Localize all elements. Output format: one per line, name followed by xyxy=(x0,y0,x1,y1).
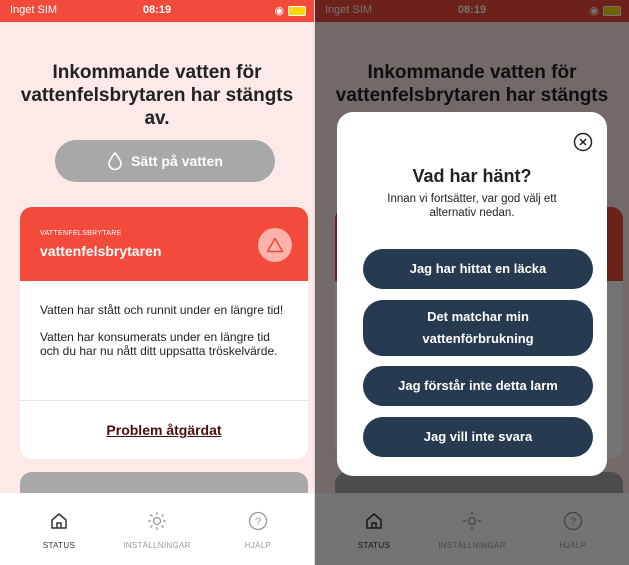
tab-status[interactable]: STATUS xyxy=(9,493,109,565)
status-icons: ◉ xyxy=(274,4,306,17)
help-icon: ? xyxy=(248,511,268,531)
dialog-subtitle: Innan vi fortsätter, var god välj ett al… xyxy=(387,193,557,219)
dont-want-to-answer-button[interactable]: Jag vill inte svara xyxy=(363,417,593,457)
tab-help-label: HJÄLP xyxy=(244,541,272,550)
status-bar: Inget SIM 08:19 ◉ xyxy=(0,0,314,22)
svg-text:?: ? xyxy=(255,516,261,528)
status-screen: Inget SIM 08:19 ◉ Inkommande vatten för … xyxy=(0,0,314,565)
tab-settings-label: INSTÄLLNINGAR xyxy=(123,541,191,550)
alert-card-body: Vatten har stått och runnit under en län… xyxy=(20,281,308,401)
clock-label: 08:19 xyxy=(142,4,172,16)
alert-card-header: VATTENFELSBRYTARE vattenfelsbrytaren xyxy=(20,207,308,281)
found-leak-button[interactable]: Jag har hittat en läcka xyxy=(363,249,593,289)
what-happened-dialog: Vad har hänt? Innan vi fortsätter, var g… xyxy=(337,112,607,476)
warning-badge xyxy=(258,228,292,262)
tab-status-label: STATUS xyxy=(42,541,76,550)
home-icon xyxy=(51,513,67,529)
status-screen-with-modal: Inget SIM 08:19 ◉ Inkommande vatten för … xyxy=(315,0,629,565)
location-icon: ◉ xyxy=(274,5,284,17)
matches-consumption-button[interactable]: Det matchar min vattenförbrukning xyxy=(363,300,593,356)
turn-on-water-label: Sätt på vatten xyxy=(131,153,223,169)
dont-understand-alarm-button[interactable]: Jag förstår inte detta larm xyxy=(363,366,593,406)
tab-settings[interactable]: INSTÄLLNINGAR xyxy=(107,493,207,565)
alert-title: vattenfelsbrytaren xyxy=(40,243,162,259)
page-title: Inkommande vatten för vattenfelsbrytaren… xyxy=(20,62,294,129)
problem-resolved-link[interactable]: Problem åtgärdat xyxy=(20,401,308,459)
warning-triangle-icon xyxy=(266,237,284,253)
tab-bar: STATUS INSTÄLLNINGAR ? HJÄLP xyxy=(0,493,314,565)
alert-card: VATTENFELSBRYTARE vattenfelsbrytaren Vat… xyxy=(20,207,308,459)
close-icon[interactable] xyxy=(573,132,593,152)
turn-on-water-button[interactable]: Sätt på vatten xyxy=(55,140,275,182)
alert-message-1: Vatten har stått och runnit under en län… xyxy=(40,303,284,317)
dialog-title: Vad har hänt? xyxy=(412,166,532,186)
tab-help[interactable]: ? HJÄLP xyxy=(208,493,308,565)
sun-settings-icon xyxy=(148,512,166,530)
water-drop-icon xyxy=(108,152,122,170)
alert-message-2: Vatten har konsumerats under en längre t… xyxy=(40,330,278,358)
alert-type-label: VATTENFELSBRYTARE xyxy=(40,230,122,237)
carrier-label: Inget SIM xyxy=(10,4,58,16)
battery-icon xyxy=(288,5,306,16)
